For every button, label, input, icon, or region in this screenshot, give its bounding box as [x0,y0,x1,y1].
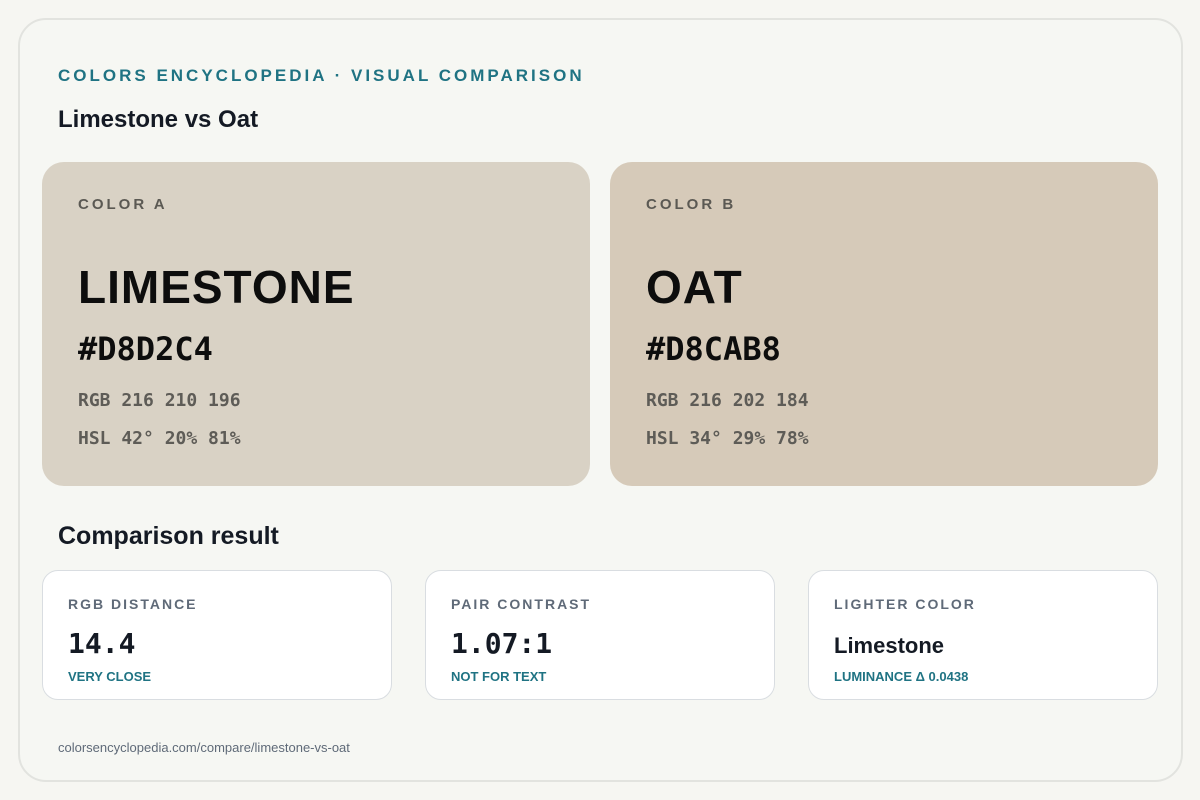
lighter-color-label: LIGHTER COLOR [834,596,976,612]
lighter-color-note: LUMINANCE Δ 0.0438 [834,669,969,684]
pair-contrast-value: 1.07:1 [451,627,553,660]
eyebrow-label: COLORS ENCYCLOPEDIA · VISUAL COMPARISON [58,66,585,85]
color-a-swatch: COLOR A LIMESTONE #D8D2C4 RGB 216 210 19… [42,162,590,486]
source-url[interactable]: colorsencyclopedia.com/compare/limestone… [58,740,350,755]
color-a-hsl: HSL 42° 20% 81% [78,428,241,449]
color-b-swatch: COLOR B OAT #D8CAB8 RGB 216 202 184 HSL … [610,162,1158,486]
color-a-hex: #D8D2C4 [78,330,213,368]
rgb-distance-note: VERY CLOSE [68,669,152,684]
lighter-color-value: Limestone [834,633,945,658]
color-b-rgb: RGB 216 202 184 [646,390,809,411]
pair-contrast-label: PAIR CONTRAST [451,596,592,612]
comparison-title: Comparison result [58,522,279,550]
rgb-distance-card: RGB DISTANCE 14.4 VERY CLOSE [42,570,392,700]
color-a-label: COLOR A [78,196,168,213]
color-a-name: LIMESTONE [78,261,355,313]
rgb-distance-label: RGB DISTANCE [68,596,198,612]
color-b-label: COLOR B [646,196,737,213]
color-b-hex: #D8CAB8 [646,330,781,368]
color-a-rgb: RGB 216 210 196 [78,390,241,411]
lighter-color-card: LIGHTER COLOR Limestone LUMINANCE Δ 0.04… [808,570,1158,700]
color-b-hsl: HSL 34° 29% 78% [646,428,809,449]
page-title: Limestone vs Oat [58,106,259,133]
pair-contrast-note: NOT FOR TEXT [451,669,547,684]
color-b-name: OAT [646,261,743,313]
rgb-distance-value: 14.4 [68,627,136,660]
pair-contrast-card: PAIR CONTRAST 1.07:1 NOT FOR TEXT [425,570,775,700]
